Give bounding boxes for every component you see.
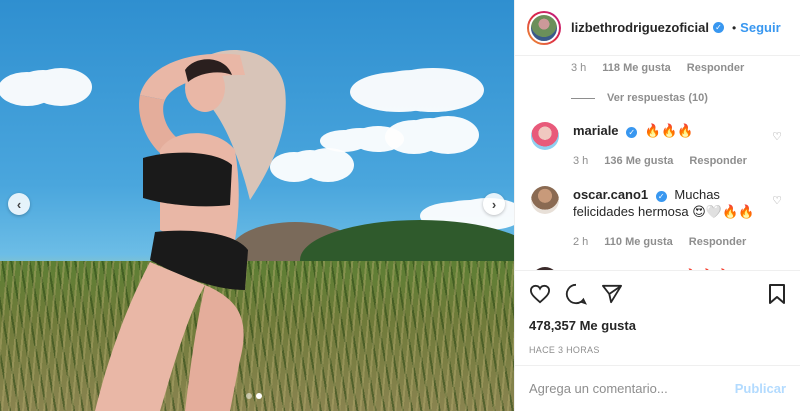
post-image[interactable]: ‹ › (0, 0, 514, 411)
comment-likes[interactable]: 110 Me gusta (604, 234, 672, 251)
divider (571, 97, 595, 99)
carousel-dot (246, 393, 252, 399)
likes-count[interactable]: 478,357 Me gusta (529, 318, 786, 333)
comment-item: mariale ✓ 🔥🔥🔥 3 h 136 Me gusta Responder… (531, 122, 784, 170)
header-username[interactable]: lizbethrodriguezoficial (571, 20, 709, 35)
instagram-post: ‹ › lizbethrodriguezoficial ✓ • Seguir 3… (0, 0, 800, 411)
heart-icon[interactable] (529, 284, 551, 304)
comment-likes[interactable]: 136 Me gusta (604, 153, 673, 170)
next-image-button[interactable]: › (483, 193, 505, 215)
commenter-username[interactable]: mariaenayatv (573, 268, 656, 270)
like-comment-icon[interactable]: ♡ (772, 194, 782, 207)
comment-text: 🔥🔥🔥 (644, 123, 694, 138)
comment-icon[interactable] (565, 283, 587, 305)
action-bar: 478,357 Me gusta HACE 3 HORAS (515, 270, 800, 355)
reply-button[interactable]: Responder (689, 153, 746, 170)
post-panel: lizbethrodriguezoficial ✓ • Seguir 3 h 1… (514, 0, 800, 411)
add-comment-box: Publicar (515, 365, 800, 411)
comment-time: 3 h (571, 62, 587, 74)
separator: • (731, 20, 737, 35)
profile-avatar[interactable] (527, 10, 561, 45)
comment-item: mariaenayatv ✓ 🔥🔥🔥 ♡ (531, 267, 784, 270)
commenter-username[interactable]: oscar.cano1 (573, 187, 648, 202)
comment-meta: 3 h 118 Me gusta Responder (571, 62, 784, 74)
comment-item: oscar.cano1 ✓ Muchas felicidades hermosa… (531, 186, 784, 251)
comment-likes[interactable]: 118 Me gusta (602, 62, 670, 74)
carousel-indicator (246, 393, 262, 399)
commenter-username[interactable]: mariale (573, 123, 619, 138)
commenter-avatar[interactable] (531, 267, 559, 270)
reply-button[interactable]: Responder (687, 62, 744, 74)
verified-badge-icon: ✓ (655, 191, 667, 202)
view-replies-label: Ver respuestas (10) (607, 92, 708, 104)
like-comment-icon[interactable]: ♡ (772, 130, 782, 143)
bookmark-icon[interactable] (768, 283, 786, 305)
share-icon[interactable] (601, 284, 623, 304)
commenter-avatar[interactable] (531, 186, 559, 214)
comment-meta: 3 h 136 Me gusta Responder (573, 153, 762, 170)
chevron-right-icon: › (491, 196, 497, 212)
comment-input[interactable] (529, 381, 735, 396)
carousel-dot-active (256, 393, 262, 399)
previous-image-button[interactable]: ‹ (8, 193, 30, 215)
verified-badge-icon: ✓ (626, 127, 638, 138)
comment-time: 3 h (573, 155, 589, 167)
reply-button[interactable]: Responder (689, 234, 746, 251)
commenter-avatar[interactable] (531, 122, 559, 150)
chevron-left-icon: ‹ (16, 196, 22, 212)
comment-text: 🔥🔥🔥 (682, 268, 731, 270)
view-replies-button[interactable]: Ver respuestas (10) (571, 92, 784, 104)
verified-badge-icon: ✓ (712, 22, 724, 33)
follow-button[interactable]: Seguir (740, 20, 780, 35)
comment-meta: 2 h 110 Me gusta Responder (573, 234, 762, 251)
post-header: lizbethrodriguezoficial ✓ • Seguir (515, 0, 800, 56)
comment-time: 2 h (573, 236, 589, 248)
post-timestamp[interactable]: HACE 3 HORAS (529, 345, 786, 355)
publish-button[interactable]: Publicar (735, 381, 786, 396)
person-figure (95, 50, 286, 411)
comments-list[interactable]: 3 h 118 Me gusta Responder Ver respuesta… (515, 56, 800, 270)
